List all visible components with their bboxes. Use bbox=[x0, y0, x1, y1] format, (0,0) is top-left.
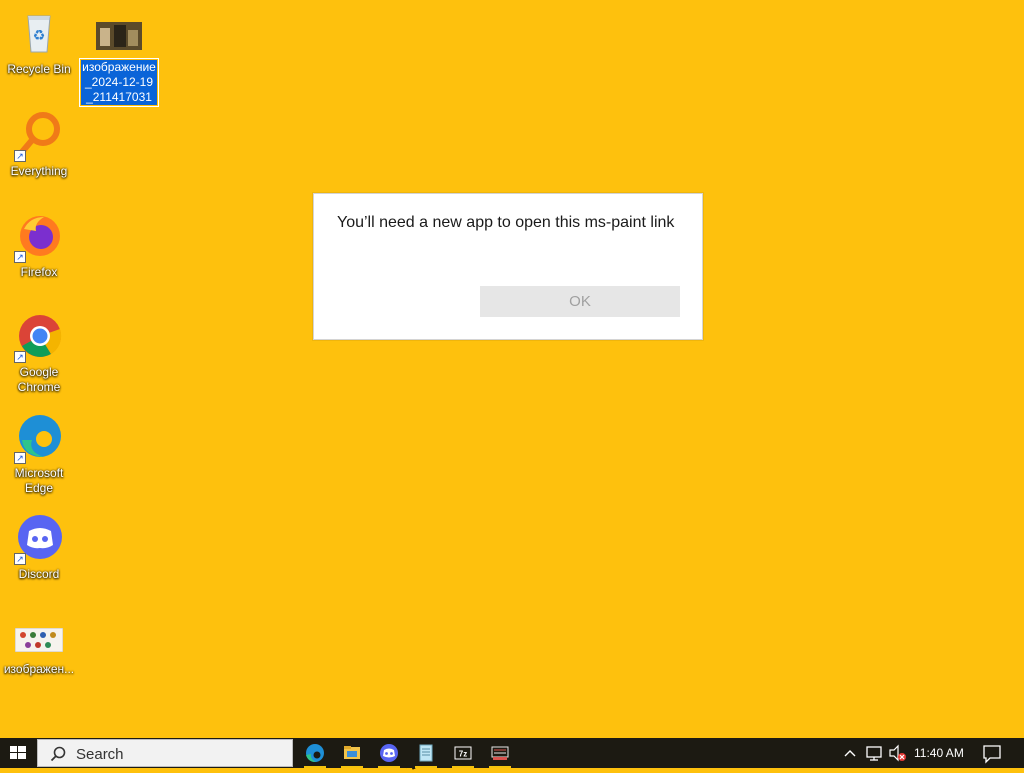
desktop-icon-image-file-2[interactable]: изображен... bbox=[1, 627, 77, 677]
volume-tray-button[interactable] bbox=[888, 738, 908, 768]
taskbar-app-edge[interactable] bbox=[300, 738, 330, 768]
desktop-icon-label: Everything bbox=[10, 164, 68, 178]
desktop-icon-recycle-bin[interactable]: ♻ Recycle Bin bbox=[1, 8, 77, 77]
shortcut-arrow-icon: ↗ bbox=[14, 351, 26, 363]
windows-logo-icon bbox=[10, 746, 26, 759]
desktop-icon-label: Google Chrome bbox=[17, 365, 61, 394]
desktop-icon-label: Firefox bbox=[20, 265, 58, 279]
app-needed-dialog: You’ll need a new app to open this ms-pa… bbox=[313, 193, 703, 340]
taskbar: Search 7z 11:40 AM bbox=[0, 738, 1024, 768]
app-icon bbox=[491, 746, 509, 760]
taskbar-search-box[interactable]: Search bbox=[37, 739, 293, 767]
desktop-icon-label: Microsoft Edge bbox=[14, 466, 64, 495]
discord-icon bbox=[380, 744, 398, 762]
image-thumbnail-icon bbox=[14, 627, 64, 656]
firefox-icon: ↗ bbox=[14, 211, 64, 263]
taskbar-app-discord[interactable] bbox=[374, 738, 404, 768]
taskbar-clock[interactable]: 11:40 AM bbox=[914, 746, 964, 760]
taskbar-app-7zip[interactable]: 7z bbox=[448, 738, 478, 768]
taskbar-app-other[interactable] bbox=[485, 738, 515, 768]
shortcut-arrow-icon: ↗ bbox=[14, 150, 26, 162]
desktop-icon-firefox[interactable]: ↗ Firefox bbox=[1, 211, 77, 280]
everything-icon: ↗ bbox=[14, 110, 64, 162]
action-center-button[interactable] bbox=[980, 738, 1004, 768]
desktop-icon-microsoft-edge[interactable]: ↗ Microsoft Edge bbox=[1, 412, 77, 496]
chrome-icon: ↗ bbox=[14, 311, 64, 363]
chevron-up-icon bbox=[844, 750, 856, 757]
notification-icon bbox=[983, 745, 1001, 764]
image-thumbnail-icon bbox=[94, 22, 144, 54]
taskbar-app-notepad[interactable] bbox=[411, 738, 441, 768]
desktop-icon-label: Recycle Bin bbox=[7, 62, 71, 76]
desktop-icon-image-file[interactable]: изображение_2024-12-19_211417031 bbox=[78, 22, 160, 107]
7zip-icon: 7z bbox=[454, 746, 472, 760]
ok-button[interactable]: OK bbox=[480, 286, 680, 317]
volume-muted-icon bbox=[889, 744, 906, 762]
network-icon bbox=[866, 746, 882, 761]
show-hidden-icons-button[interactable] bbox=[842, 738, 858, 768]
shortcut-arrow-icon: ↗ bbox=[14, 251, 26, 263]
notepad-icon bbox=[419, 744, 433, 762]
desktop-icon-label: изображение_2024-12-19_211417031 bbox=[79, 58, 159, 107]
recycle-bin-icon: ♻ bbox=[14, 8, 64, 58]
desktop-icon-google-chrome[interactable]: ↗ Google Chrome bbox=[1, 311, 77, 395]
edge-icon: ↗ bbox=[14, 412, 64, 464]
shortcut-arrow-icon: ↗ bbox=[14, 553, 26, 565]
shortcut-arrow-icon: ↗ bbox=[14, 452, 26, 464]
file-explorer-icon bbox=[344, 746, 360, 759]
search-icon bbox=[50, 746, 66, 762]
desktop-icon-everything[interactable]: ↗ Everything bbox=[1, 110, 77, 179]
search-placeholder: Search bbox=[76, 746, 124, 763]
desktop-icon-discord[interactable]: ↗ Discord bbox=[1, 513, 77, 582]
svg-text:7z: 7z bbox=[459, 750, 467, 759]
network-tray-button[interactable] bbox=[864, 738, 884, 768]
dialog-message: You’ll need a new app to open this ms-pa… bbox=[337, 214, 675, 231]
desktop: ♻ Recycle Bin изображение_2024-12-19_211… bbox=[0, 0, 1024, 738]
discord-icon: ↗ bbox=[14, 513, 64, 565]
start-button[interactable] bbox=[0, 738, 36, 768]
desktop-icon-label: изображен... bbox=[3, 662, 75, 676]
edge-icon bbox=[306, 744, 324, 762]
taskbar-app-file-explorer[interactable] bbox=[337, 738, 367, 768]
svg-text:♻: ♻ bbox=[33, 27, 46, 43]
desktop-icon-label: Discord bbox=[18, 567, 60, 581]
